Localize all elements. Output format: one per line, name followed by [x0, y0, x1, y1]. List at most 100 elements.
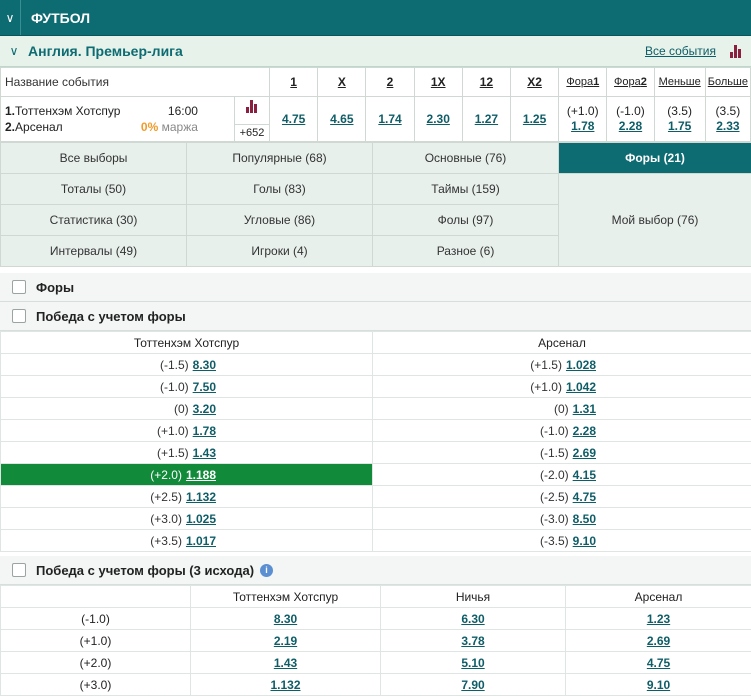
handicap-team2-cell[interactable]: (-3.5) 9.10 [373, 530, 751, 552]
fora1-odd[interactable]: 1.78 [571, 119, 594, 133]
more-markets-link[interactable]: +652 [235, 124, 269, 139]
handicap-odd[interactable]: 8.30 [193, 358, 216, 372]
tab-halves[interactable]: Таймы (159) [373, 174, 559, 205]
handicap3-odd-2[interactable]: 1.23 [647, 612, 670, 626]
handicap-odd[interactable]: 1.025 [186, 512, 216, 526]
handicap-odd[interactable]: 1.188 [186, 468, 216, 482]
handicap-odd[interactable]: 3.20 [193, 402, 216, 416]
handicap-team2-cell[interactable]: (-1.5)2.69 [373, 442, 751, 464]
handicap-team1-cell[interactable]: (-1.5)8.30 [1, 354, 373, 376]
tab-players[interactable]: Игроки (4) [187, 236, 373, 267]
handicap3-cell-1[interactable]: 2.19 [191, 630, 381, 652]
tab-totals[interactable]: Тоталы (50) [1, 174, 187, 205]
handicap3-odd-1[interactable]: 1.132 [270, 678, 300, 692]
odd-12[interactable]: 1.27 [475, 112, 498, 126]
section-fory-checkbox[interactable] [12, 280, 26, 294]
handicap3-cell-2[interactable]: 1.23 [566, 608, 751, 630]
handicap-odd[interactable]: 1.017 [186, 534, 216, 548]
handicap3-cell-1[interactable]: 8.30 [191, 608, 381, 630]
handicap-odd[interactable]: 4.15 [573, 468, 596, 482]
handicap3-cell-2[interactable]: 4.75 [566, 652, 751, 674]
tab-misc[interactable]: Разное (6) [373, 236, 559, 267]
section-handicap3-checkbox[interactable] [12, 563, 26, 577]
collapse-sport-chevron-icon[interactable]: ∨ [0, 0, 21, 35]
handicap-odd[interactable]: 7.50 [193, 380, 216, 394]
handicap-team1-cell[interactable]: (+1.0)1.78 [1, 420, 373, 442]
handicap-team2-cell[interactable]: (-1.0)2.28 [373, 420, 751, 442]
handicap3-cell-2[interactable]: 2.69 [566, 630, 751, 652]
handicap3-cell-1[interactable]: 1.43 [191, 652, 381, 674]
handicap3-odd-x[interactable]: 7.90 [461, 678, 484, 692]
handicap3-odd-1[interactable]: 1.43 [274, 656, 297, 670]
handicap-team2-cell[interactable]: (-3.0)8.50 [373, 508, 751, 530]
handicap-team1-cell[interactable]: (+2.5)1.132 [1, 486, 373, 508]
odd-1x[interactable]: 2.30 [427, 112, 450, 126]
tab-my-choice[interactable]: Мой выбор (76) [559, 174, 751, 267]
under-odd[interactable]: 1.75 [668, 119, 691, 133]
tab-fouls[interactable]: Фолы (97) [373, 205, 559, 236]
tab-intervals[interactable]: Интервалы (49) [1, 236, 187, 267]
odd-x[interactable]: 4.65 [330, 112, 353, 126]
handicap-team1-cell[interactable]: (+3.5)1.017 [1, 530, 373, 552]
handicap-odd[interactable]: 2.28 [573, 424, 596, 438]
info-icon[interactable]: i [260, 564, 273, 577]
tab-stats[interactable]: Статистика (30) [1, 205, 187, 236]
section-fory-title: Форы [36, 280, 74, 295]
handicap-value: (-3.5) [540, 534, 569, 548]
handicap-odd[interactable]: 8.50 [573, 512, 596, 526]
handicap-team2-cell[interactable]: (-2.0)4.15 [373, 464, 751, 486]
odd-x2[interactable]: 1.25 [523, 112, 546, 126]
handicap-odd[interactable]: 1.31 [573, 402, 596, 416]
handicap3-cell-x[interactable]: 3.78 [381, 630, 566, 652]
handicap-team1-cell[interactable]: (0)3.20 [1, 398, 373, 420]
handicap3-odd-2[interactable]: 4.75 [647, 656, 670, 670]
handicap3-odd-1[interactable]: 2.19 [274, 634, 297, 648]
col-header-1: 1 [270, 68, 318, 97]
league-stats-icon[interactable] [730, 45, 741, 58]
handicap-team2-cell[interactable]: (+1.5)1.028 [373, 354, 751, 376]
handicap-team2-cell[interactable]: (+1.0)1.042 [373, 376, 751, 398]
handicap-team1-cell[interactable]: (+3.0)1.025 [1, 508, 373, 530]
tab-popular[interactable]: Популярные (68) [187, 143, 373, 174]
handicap-odd[interactable]: 2.69 [573, 446, 596, 460]
tab-fora[interactable]: Форы (21) [559, 143, 751, 174]
odd-2[interactable]: 1.74 [378, 112, 401, 126]
handicap3-odd-1[interactable]: 8.30 [274, 612, 297, 626]
handicap-odd[interactable]: 1.132 [186, 490, 216, 504]
handicap-odd[interactable]: 1.042 [566, 380, 596, 394]
tab-all[interactable]: Все выборы [1, 143, 187, 174]
handicap3-cell-2[interactable]: 9.10 [566, 674, 751, 696]
event-stats-icon[interactable] [246, 100, 257, 113]
handicap-odd[interactable]: 4.75 [573, 490, 596, 504]
handicap-team1-cell[interactable]: (+1.5)1.43 [1, 442, 373, 464]
handicap-odd[interactable]: 1.78 [193, 424, 216, 438]
fora2-odd[interactable]: 2.28 [619, 119, 642, 133]
tab-corners[interactable]: Угловые (86) [187, 205, 373, 236]
handicap-team2-cell[interactable]: (-2.5)4.75 [373, 486, 751, 508]
section-handicap-checkbox[interactable] [12, 309, 26, 323]
odd-1[interactable]: 4.75 [282, 112, 305, 126]
tab-main[interactable]: Основные (76) [373, 143, 559, 174]
handicap3-cell-x[interactable]: 6.30 [381, 608, 566, 630]
all-events-link[interactable]: Все события [645, 44, 716, 58]
table-row: (+2.0)1.188(-2.0)4.15 [1, 464, 751, 486]
over-handicap: (3.5) [706, 104, 750, 119]
handicap3-odd-2[interactable]: 2.69 [647, 634, 670, 648]
event-teams[interactable]: 1.Тоттенхэм Хотспур 2.Арсенал 16:00 0% м… [1, 97, 235, 142]
over-odd[interactable]: 2.33 [716, 119, 739, 133]
collapse-league-chevron-icon[interactable]: ∨ [0, 36, 28, 66]
handicap3-odd-x[interactable]: 6.30 [461, 612, 484, 626]
handicap3-cell-x[interactable]: 5.10 [381, 652, 566, 674]
handicap-team1-cell[interactable]: (-1.0)7.50 [1, 376, 373, 398]
handicap-odd[interactable]: 9.10 [573, 534, 596, 548]
handicap-odd[interactable]: 1.43 [193, 446, 216, 460]
handicap-odd[interactable]: 1.028 [566, 358, 596, 372]
handicap3-cell-1[interactable]: 1.132 [191, 674, 381, 696]
handicap3-cell-x[interactable]: 7.90 [381, 674, 566, 696]
handicap3-odd-x[interactable]: 5.10 [461, 656, 484, 670]
handicap-team1-cell[interactable]: (+2.0)1.188 [1, 464, 373, 486]
handicap-team2-cell[interactable]: (0)1.31 [373, 398, 751, 420]
handicap3-odd-x[interactable]: 3.78 [461, 634, 484, 648]
tab-goals[interactable]: Голы (83) [187, 174, 373, 205]
handicap3-odd-2[interactable]: 9.10 [647, 678, 670, 692]
